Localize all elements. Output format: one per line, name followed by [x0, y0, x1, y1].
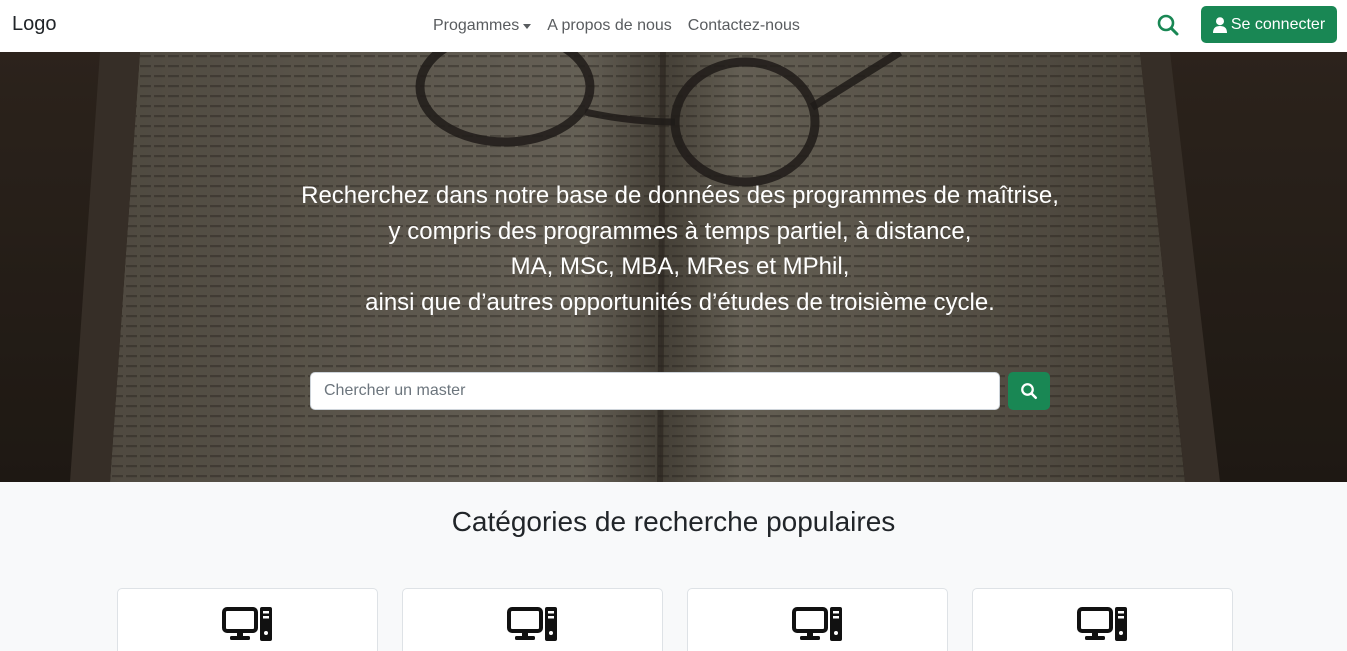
hero-line: Recherchez dans notre base de données de… [301, 182, 1059, 209]
top-navbar: Logo Progammes A propos de nous Contacte… [0, 0, 1347, 52]
login-button-label: Se connecter [1230, 15, 1326, 33]
category-card[interactable] [687, 588, 948, 651]
search-icon [1021, 383, 1038, 400]
desktop-computer-icon [1077, 607, 1129, 648]
category-card[interactable] [402, 588, 663, 651]
logo[interactable]: Logo [12, 13, 57, 36]
nav-item-contact[interactable]: Contactez-nous [680, 17, 808, 35]
login-button[interactable]: Se connecter [1201, 6, 1337, 43]
nav-item-programmes[interactable]: Progammes [425, 17, 539, 35]
desktop-computer-icon [792, 607, 844, 648]
hero-banner: Recherchez dans notre base de données de… [0, 52, 1347, 482]
hero-line: MA, MSc, MBA, MRes et MPhil, [510, 253, 850, 280]
search-icon[interactable] [1156, 13, 1180, 37]
category-card[interactable] [972, 588, 1233, 651]
desktop-computer-icon [507, 607, 559, 648]
desktop-computer-icon [222, 607, 274, 648]
nav-links: Progammes A propos de nous Contactez-nou… [425, 0, 808, 52]
caret-down-icon [523, 23, 532, 29]
master-search-input[interactable] [310, 372, 1000, 410]
category-card[interactable] [117, 588, 378, 651]
search-submit-button[interactable] [1008, 372, 1050, 410]
nav-item-programmes-label: Progammes [433, 17, 520, 34]
hero-line: y compris des programmes à temps partiel… [388, 217, 972, 245]
hero-description: Recherchez dans notre base de données de… [180, 178, 1180, 320]
hero-line: ainsi que d’autres opportunités d’études… [365, 288, 995, 316]
nav-item-about[interactable]: A propos de nous [539, 17, 680, 35]
user-icon [1212, 16, 1227, 33]
categories-title: Catégories de recherche populaires [451, 506, 896, 537]
